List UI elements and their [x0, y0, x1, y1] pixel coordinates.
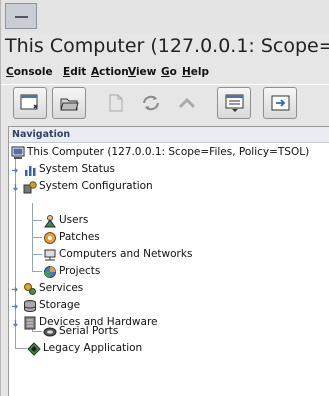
up-button[interactable]	[169, 87, 203, 119]
document-icon	[109, 94, 123, 112]
document-button[interactable]	[98, 87, 132, 119]
console-window: This Computer (127.0.0.1: Scope= Console…	[0, 0, 329, 396]
expand-icon[interactable]	[11, 285, 20, 294]
new-window-button[interactable]	[13, 87, 47, 119]
tree-line-projects	[32, 271, 42, 272]
bar-chart-icon	[25, 166, 36, 176]
services-icon	[24, 283, 36, 295]
open-folder-icon	[60, 98, 79, 111]
navigation-header: Navigation	[9, 127, 329, 143]
tree-line-patches	[32, 237, 42, 238]
menu-console[interactable]: Console	[6, 66, 53, 78]
tree-line-users	[32, 220, 42, 221]
export-icon	[271, 95, 290, 111]
network-icon	[44, 249, 56, 261]
expand-icon[interactable]	[11, 166, 20, 175]
tree-line-computers	[32, 254, 42, 255]
toolbar-separator	[1, 84, 329, 85]
properties-button[interactable]	[217, 87, 251, 119]
window-top-strip	[1, 0, 329, 34]
window-menu-button[interactable]	[5, 3, 37, 29]
patches-icon	[44, 232, 56, 244]
projects-icon	[44, 266, 56, 278]
open-button[interactable]	[52, 87, 86, 119]
menu-edit[interactable]: Edit	[63, 66, 86, 78]
tree-line-legacy	[15, 348, 27, 349]
menu-action[interactable]: Action	[91, 66, 129, 78]
collapse-icon[interactable]	[11, 183, 20, 192]
properties-icon	[225, 94, 244, 112]
toolbar	[1, 86, 329, 122]
menu-view[interactable]: View	[128, 66, 156, 78]
new-window-icon	[20, 94, 38, 110]
configuration-icon	[23, 181, 37, 194]
expand-icon[interactable]	[11, 302, 20, 311]
window-title: This Computer (127.0.0.1: Scope=	[5, 35, 329, 57]
menu-go[interactable]: Go	[161, 66, 177, 78]
refresh-button[interactable]	[133, 87, 167, 119]
export-button[interactable]	[263, 87, 297, 119]
storage-icon	[24, 300, 36, 312]
computer-icon	[11, 146, 25, 159]
menu-bar: Console Edit Action View Go Help	[1, 64, 329, 84]
hardware-icon	[24, 316, 36, 330]
serial-port-icon	[43, 327, 57, 337]
legacy-application-icon	[27, 342, 41, 356]
tree-line-serial	[32, 331, 42, 332]
collapse-icon[interactable]	[11, 319, 20, 328]
navigation-panel: Navigation This Computer (127.0.0.1: Sco…	[8, 126, 329, 396]
menu-help[interactable]: Help	[182, 66, 209, 78]
up-arrow-icon	[178, 97, 196, 109]
users-icon	[44, 215, 56, 228]
refresh-icon	[143, 95, 159, 111]
